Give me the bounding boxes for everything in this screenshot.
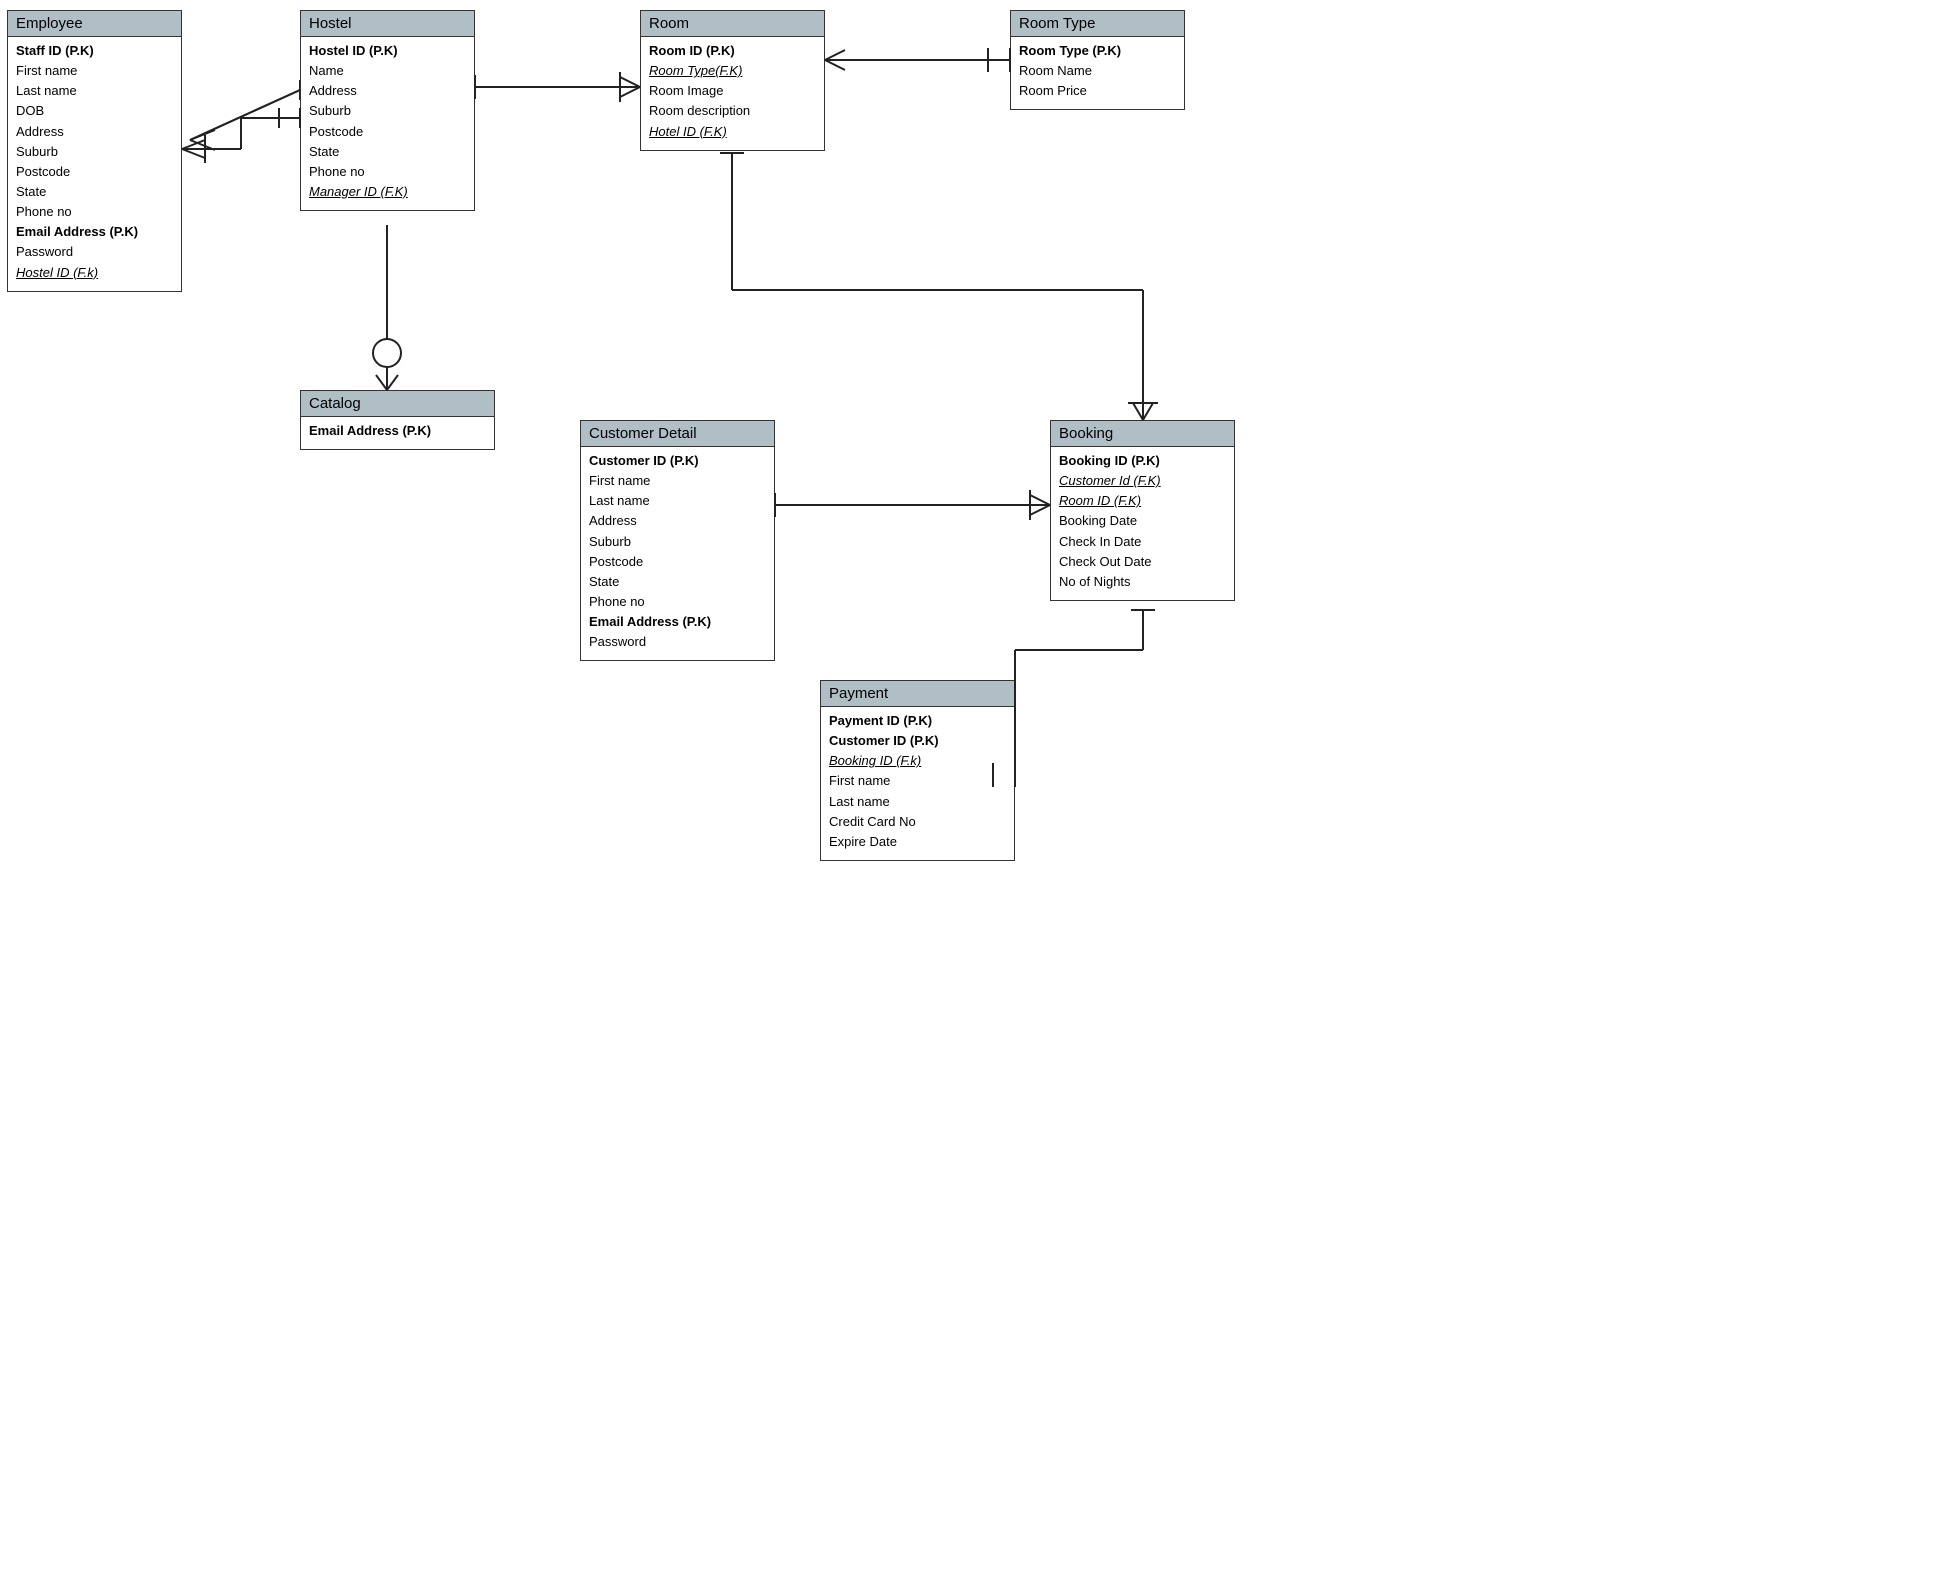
field: Booking ID (F.k) (829, 751, 1006, 771)
entity-room-title: Room (641, 11, 824, 37)
field: DOB (16, 101, 173, 121)
field: Room Type(F.K) (649, 61, 816, 81)
field: First name (589, 471, 766, 491)
field: Address (589, 511, 766, 531)
field: Suburb (589, 532, 766, 552)
entity-customerdetail-title: Customer Detail (581, 421, 774, 447)
entity-catalog: Catalog Email Address (P.K) (300, 390, 495, 450)
field: Customer ID (P.K) (589, 451, 766, 471)
field: Check Out Date (1059, 552, 1226, 572)
field: Booking ID (P.K) (1059, 451, 1226, 471)
field: Hostel ID (F.k) (16, 263, 173, 283)
field: Email Address (P.K) (16, 222, 173, 242)
field: Postcode (589, 552, 766, 572)
entity-catalog-title: Catalog (301, 391, 494, 417)
field: Address (16, 122, 173, 142)
field: Hotel ID (F.K) (649, 122, 816, 142)
field: Room description (649, 101, 816, 121)
entity-payment: Payment Payment ID (P.K) Customer ID (P.… (820, 680, 1015, 861)
field: State (16, 182, 173, 202)
field: Password (589, 632, 766, 652)
field: State (589, 572, 766, 592)
field: Booking Date (1059, 511, 1226, 531)
field: Room Image (649, 81, 816, 101)
entity-hostel: Hostel Hostel ID (P.K) Name Address Subu… (300, 10, 475, 211)
field: Suburb (309, 101, 466, 121)
entity-room: Room Room ID (P.K) Room Type(F.K) Room I… (640, 10, 825, 151)
field: Phone no (16, 202, 173, 222)
entity-payment-title: Payment (821, 681, 1014, 707)
field: First name (829, 771, 1006, 791)
field: Room Price (1019, 81, 1176, 101)
entity-customerdetail: Customer Detail Customer ID (P.K) First … (580, 420, 775, 661)
field: Room ID (F.K) (1059, 491, 1226, 511)
field: Staff ID (P.K) (16, 41, 173, 61)
field: Customer Id (F.K) (1059, 471, 1226, 491)
field: Phone no (589, 592, 766, 612)
field: No of Nights (1059, 572, 1226, 592)
field: Name (309, 61, 466, 81)
field: Room Type (P.K) (1019, 41, 1176, 61)
field: Expire Date (829, 832, 1006, 852)
entity-roomtype-title: Room Type (1011, 11, 1184, 37)
entity-employee-title: Employee (8, 11, 181, 37)
entity-employee: Employee Staff ID (P.K) First name Last … (7, 10, 182, 292)
field: Last name (589, 491, 766, 511)
field: Email Address (P.K) (309, 421, 486, 441)
field: Customer ID (P.K) (829, 731, 1006, 751)
entity-booking-title: Booking (1051, 421, 1234, 447)
field: Last name (829, 792, 1006, 812)
field: Credit Card No (829, 812, 1006, 832)
field: Password (16, 242, 173, 262)
entity-booking: Booking Booking ID (P.K) Customer Id (F.… (1050, 420, 1235, 601)
entity-hostel-title: Hostel (301, 11, 474, 37)
field: Address (309, 81, 466, 101)
field: State (309, 142, 466, 162)
entity-roomtype: Room Type Room Type (P.K) Room Name Room… (1010, 10, 1185, 110)
field: Last name (16, 81, 173, 101)
field: Room Name (1019, 61, 1176, 81)
field: Payment ID (P.K) (829, 711, 1006, 731)
field: Manager ID (F.K) (309, 182, 466, 202)
field: Phone no (309, 162, 466, 182)
field: Postcode (16, 162, 173, 182)
field: Email Address (P.K) (589, 612, 766, 632)
field: First name (16, 61, 173, 81)
field: Check In Date (1059, 532, 1226, 552)
field: Postcode (309, 122, 466, 142)
field: Room ID (P.K) (649, 41, 816, 61)
field: Suburb (16, 142, 173, 162)
field: Hostel ID (P.K) (309, 41, 466, 61)
